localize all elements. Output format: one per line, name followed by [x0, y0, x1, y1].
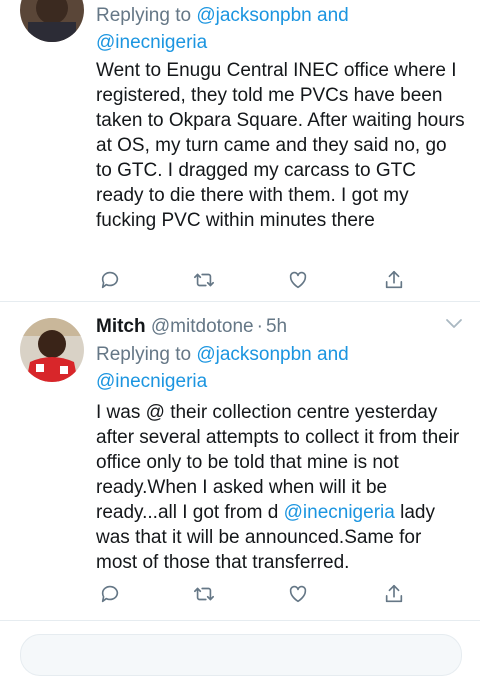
mention-and: and [317, 344, 349, 365]
reply-icon [101, 271, 119, 289]
mention-link[interactable]: @inecnigeria [96, 32, 207, 53]
retweet-icon [194, 587, 214, 601]
like-button[interactable] [284, 266, 312, 294]
reply-button[interactable] [96, 580, 124, 608]
like-button[interactable] [284, 580, 312, 608]
mention-link[interactable]: @jacksonpbn [196, 5, 311, 26]
tweet-2[interactable]: Mitch @mitdotone · 5h Replying to @jackson… [0, 302, 480, 622]
share-icon [385, 584, 403, 603]
tweet-menu-button[interactable] [444, 316, 464, 335]
reply-compose-box[interactable] [20, 634, 462, 676]
share-button[interactable] [380, 580, 408, 608]
mention-and: and [317, 5, 349, 26]
replying-to: Replying to @jacksonpbn and @inecnigeria [96, 5, 349, 53]
divider [0, 620, 480, 621]
mention-link[interactable]: @inecnigeria [96, 371, 207, 392]
timestamp[interactable]: 5h [266, 316, 287, 337]
like-icon [289, 585, 307, 603]
user-handle[interactable]: @mitdotone [151, 316, 254, 337]
replying-to: Replying to @jacksonpbn and @inecnigeria [96, 344, 349, 392]
retweet-icon [194, 273, 214, 287]
reply-button[interactable] [96, 266, 124, 294]
tweet-text: I was @ their collection centre yesterda… [96, 402, 460, 573]
like-icon [289, 271, 307, 289]
display-name[interactable]: Mitch [96, 316, 146, 337]
mention-link[interactable]: @jacksonpbn [196, 344, 311, 365]
avatar[interactable] [20, 0, 84, 42]
chevron-down-icon [446, 319, 462, 328]
avatar[interactable] [20, 318, 84, 382]
share-button[interactable] [380, 266, 408, 294]
mention-link[interactable]: @inecnigeria [284, 502, 395, 523]
separator: · [256, 316, 263, 337]
tweet-text: Went to Enugu Central INEC office where … [96, 60, 465, 231]
reply-icon [101, 585, 119, 603]
retweet-button[interactable] [190, 580, 218, 608]
tweet-header: Mitch @mitdotone · 5h [96, 314, 466, 340]
share-icon [385, 270, 403, 289]
retweet-button[interactable] [190, 266, 218, 294]
tweet-1[interactable]: Replying to @jacksonpbn and @inecnigeria… [0, 0, 480, 300]
